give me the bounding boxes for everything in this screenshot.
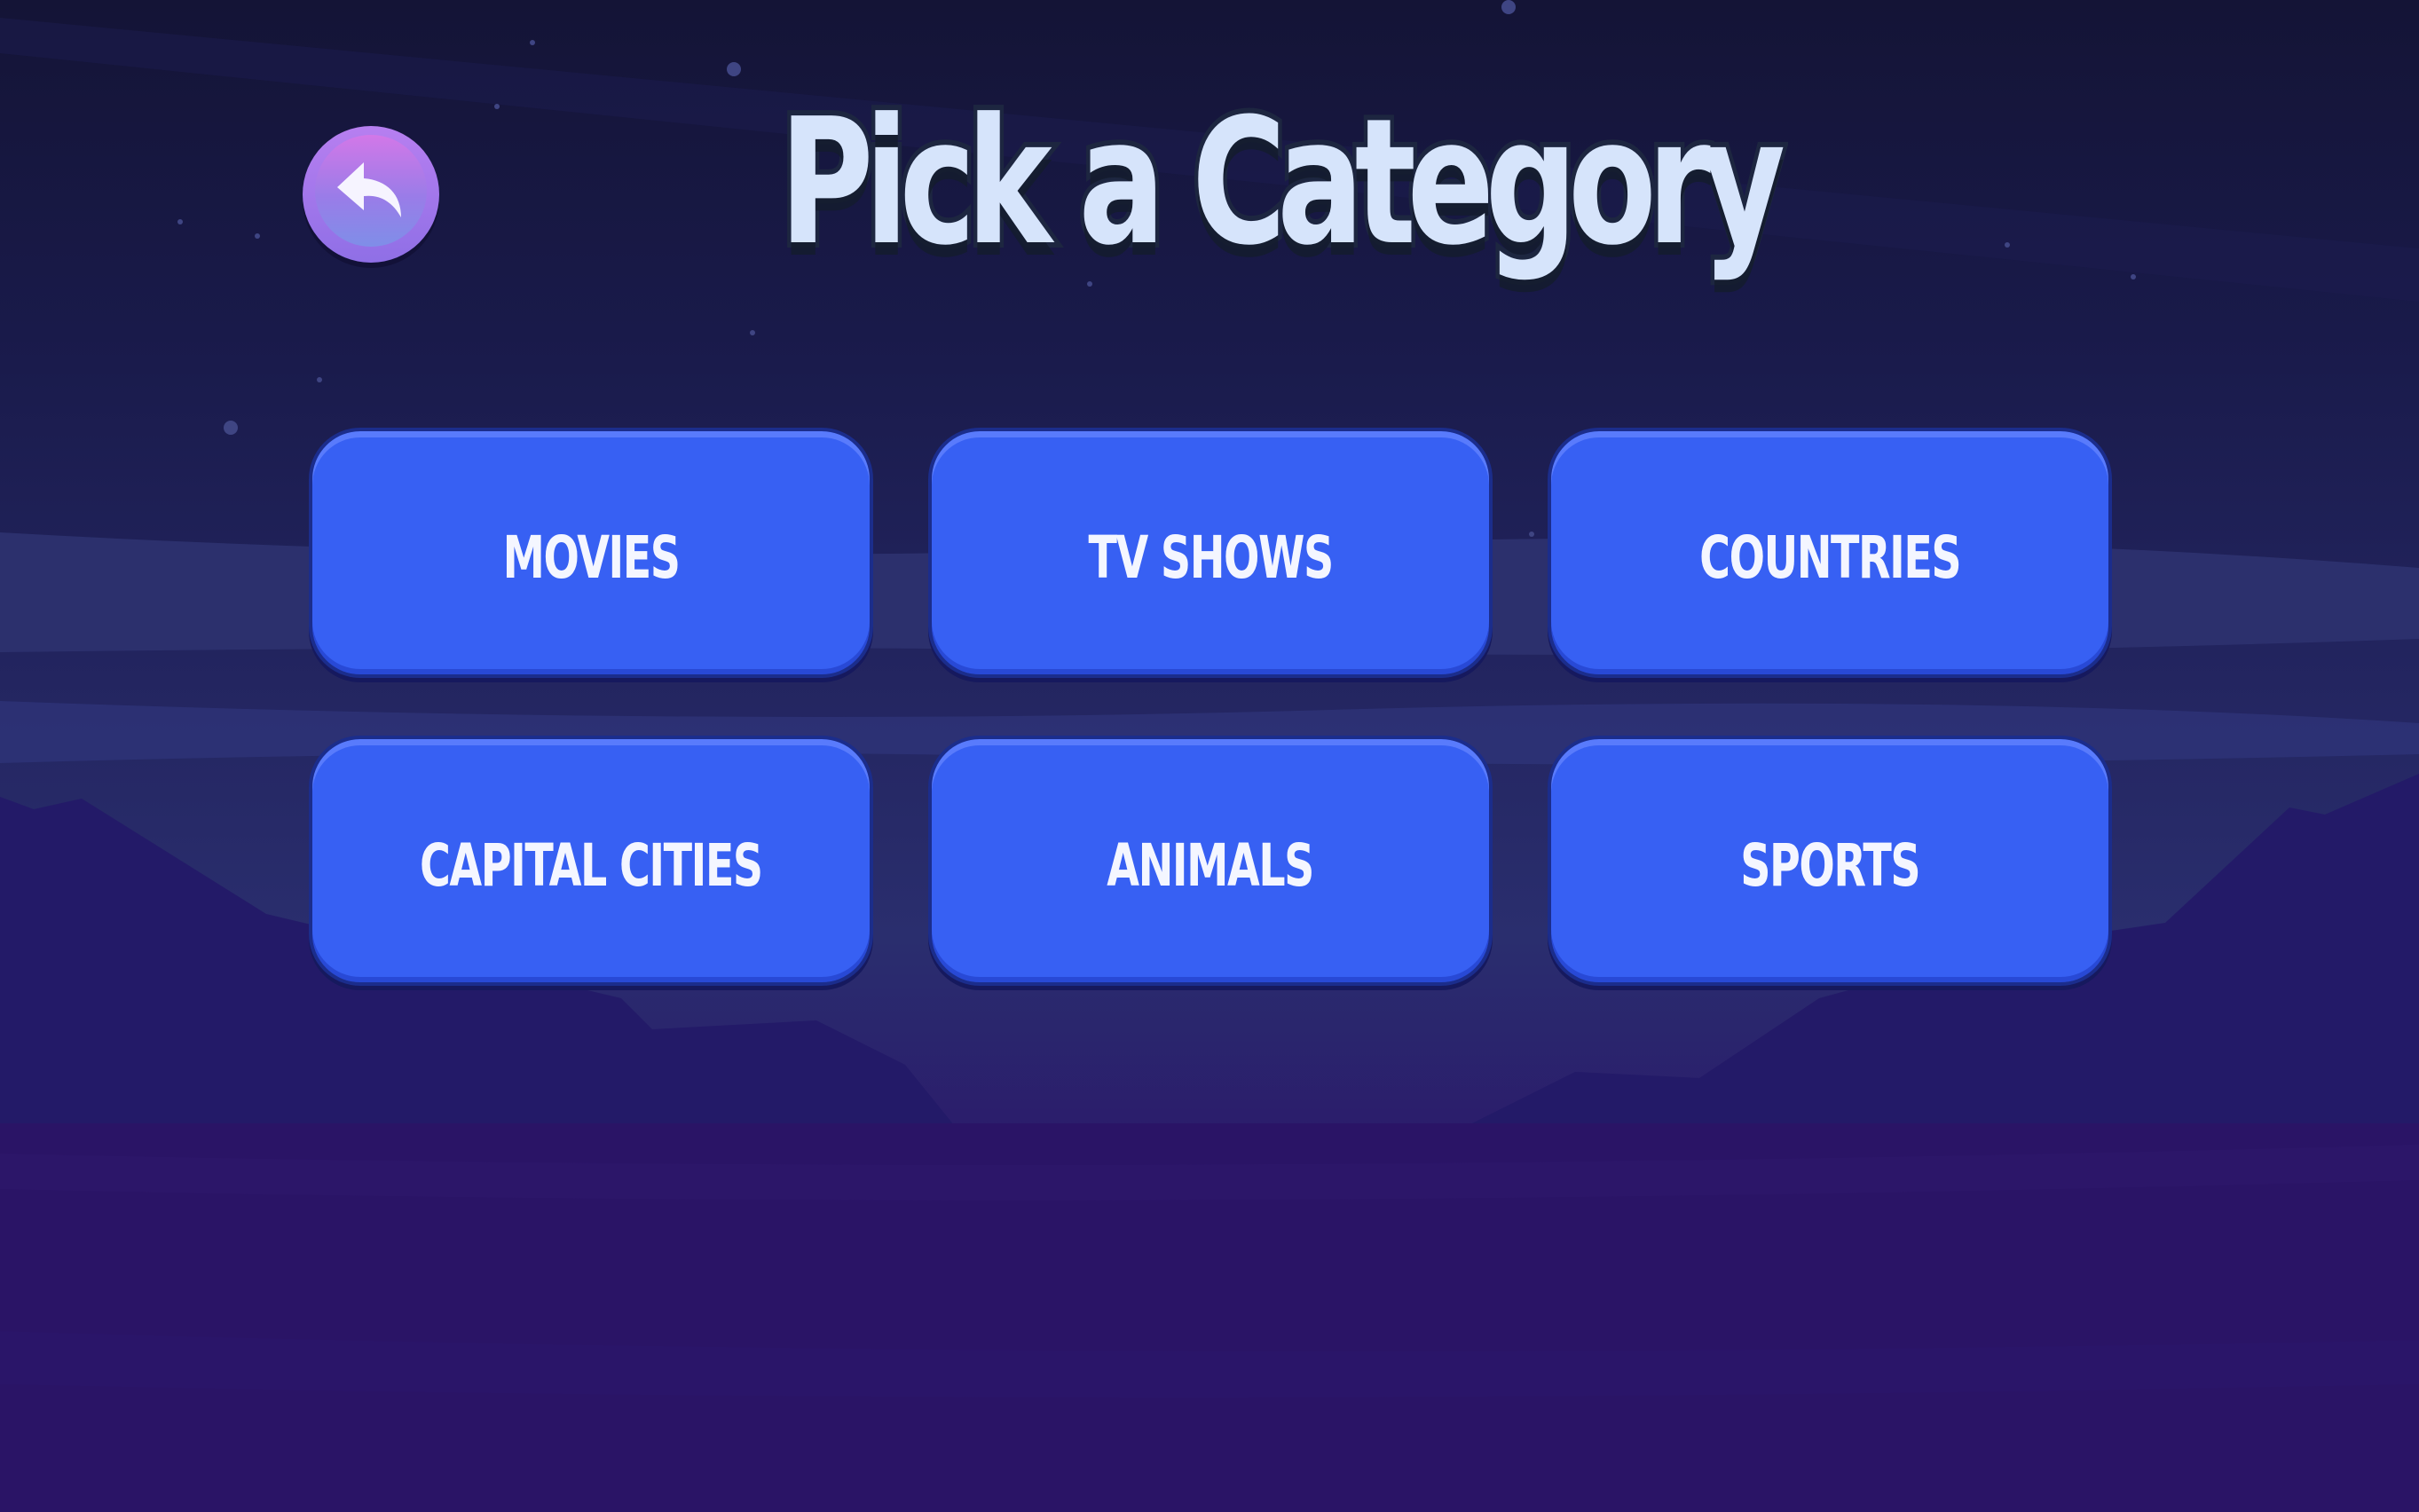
- back-arrow-icon: [337, 162, 401, 217]
- game-screen: Pick a Category MOVIES TV SHOWS COUNTRIE…: [0, 0, 2419, 1512]
- category-button-movies[interactable]: MOVIES: [309, 428, 873, 678]
- category-label: MOVIES: [502, 523, 681, 592]
- page-title: Pick a Category: [776, 82, 1790, 284]
- category-label: TV SHOWS: [1088, 523, 1334, 592]
- category-button-capital-cities[interactable]: CAPITAL CITIES: [309, 736, 873, 986]
- category-label: ANIMALS: [1107, 831, 1315, 900]
- category-button-tv-shows[interactable]: TV SHOWS: [928, 428, 1493, 678]
- category-button-animals[interactable]: ANIMALS: [928, 736, 1493, 986]
- category-label: COUNTRIES: [1698, 523, 1961, 592]
- category-button-sports[interactable]: SPORTS: [1548, 736, 2112, 986]
- category-label: SPORTS: [1740, 831, 1920, 900]
- category-label: CAPITAL CITIES: [420, 831, 763, 900]
- category-grid: MOVIES TV SHOWS COUNTRIES CAPITAL CITIES…: [309, 428, 2114, 987]
- category-button-countries[interactable]: COUNTRIES: [1548, 428, 2112, 678]
- back-button[interactable]: [303, 126, 439, 263]
